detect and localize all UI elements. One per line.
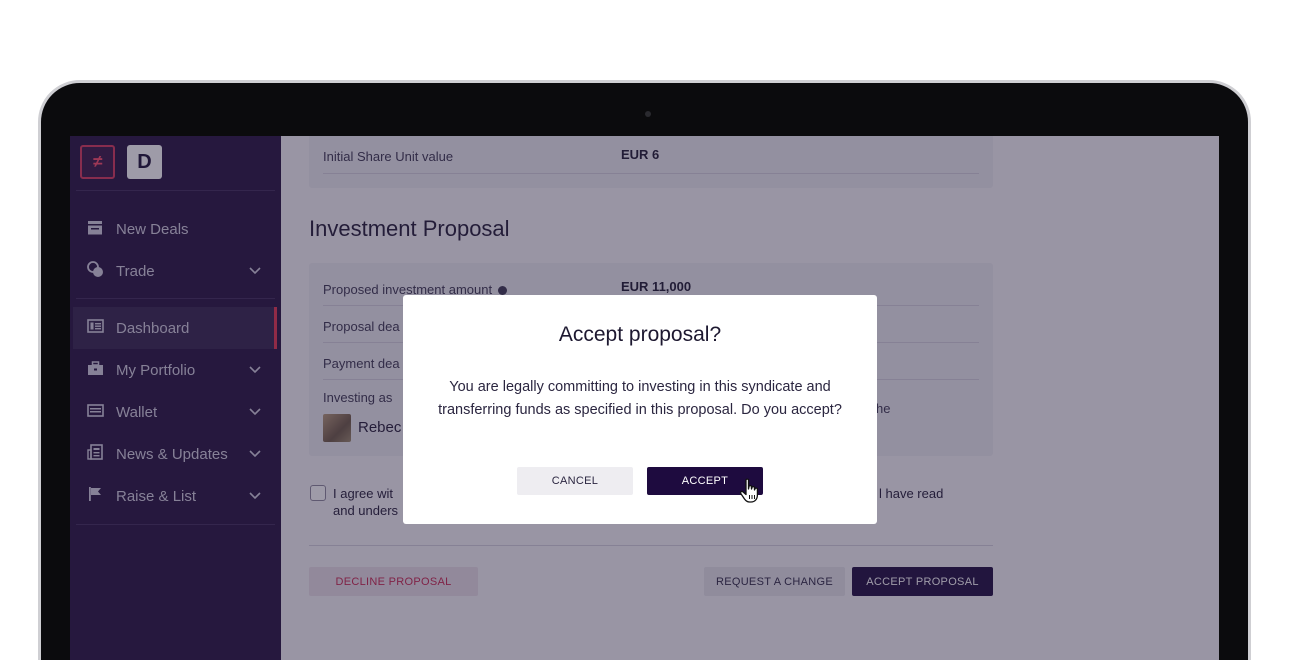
dialog-message: You are legally committing to investing … [438, 379, 842, 418]
dialog-title: Accept proposal? [558, 323, 722, 346]
cancel-button[interactable]: CANCEL [517, 467, 633, 495]
hand-cursor-icon [739, 478, 759, 503]
accept-proposal-dialog: Accept proposal? You are legally committ… [403, 295, 877, 524]
app-screen: ≠ D New Deals Trade Dashboard My Portfol… [70, 136, 1219, 660]
camera [645, 111, 651, 117]
